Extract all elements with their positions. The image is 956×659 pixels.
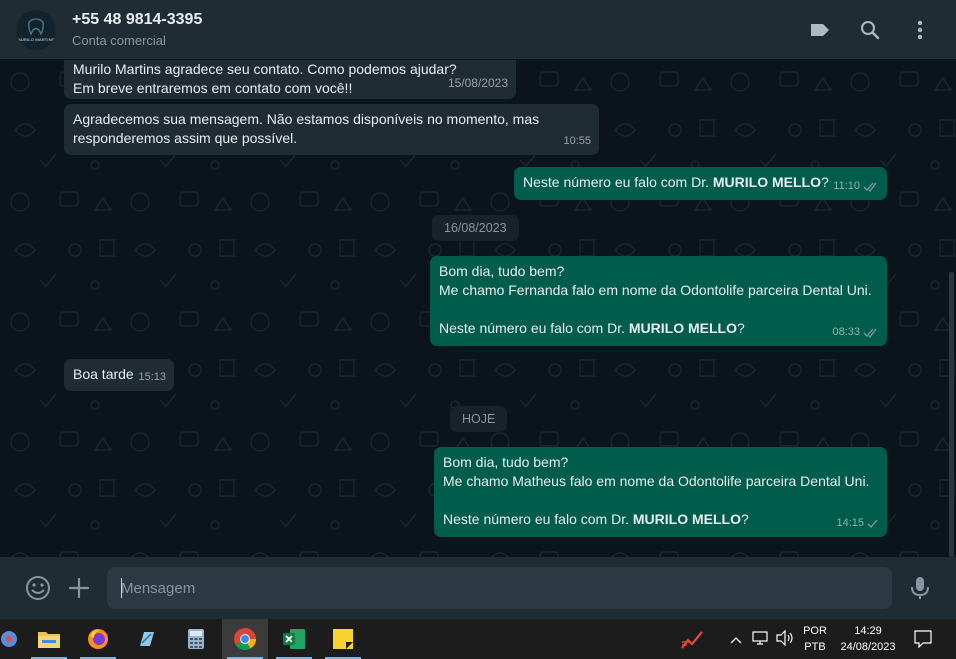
chevron-up-icon[interactable] — [730, 632, 742, 650]
clock-time: 14:29 — [854, 625, 882, 637]
calculator-icon[interactable] — [173, 619, 219, 659]
clock-date: 24/08/2023 — [840, 641, 896, 653]
message-text: Murilo Martins agradece seu contato. Com… — [73, 61, 457, 77]
message-text: Bom dia, tudo bem? — [439, 263, 565, 279]
sent-tick-icon — [867, 519, 878, 528]
message-time: 15/08/2023 — [447, 76, 508, 90]
avatar-logo-text: MURILO MARTINS — [17, 37, 55, 42]
menu-dots-icon[interactable] — [907, 17, 933, 43]
message-outgoing[interactable]: Neste número eu falo com Dr. MURILO MELL… — [514, 167, 887, 200]
message-text: Em breve entraremos em contato com você!… — [73, 80, 353, 96]
label-icon[interactable] — [807, 17, 833, 43]
message-incoming[interactable]: Murilo Martins agradece seu contato. Com… — [64, 60, 516, 99]
message-text: Neste número eu falo com Dr. MURILO MELL… — [443, 511, 749, 527]
date-chip: 16/08/2023 — [432, 215, 519, 241]
excel-icon[interactable] — [271, 619, 317, 659]
microphone-icon[interactable] — [909, 575, 931, 606]
message-text: Me chamo Fernanda falo em nome da Odonto… — [439, 282, 872, 298]
performance-icon[interactable] — [680, 628, 704, 655]
message-text: Neste número eu falo com Dr. MURILO MELL… — [439, 320, 745, 336]
message-text: Bom dia, tudo bem? — [443, 454, 569, 470]
message-outgoing[interactable]: Bom dia, tudo bem? Me chamo Matheus falo… — [434, 447, 887, 537]
message-text: Neste número eu falo com Dr. MURILO MELL… — [523, 174, 829, 190]
message-text: responderemos assim que possível. — [73, 130, 298, 146]
firefox-icon[interactable] — [75, 619, 121, 659]
dental-logo-icon — [28, 18, 44, 36]
notifications-icon[interactable] — [914, 630, 932, 653]
chrome-icon[interactable] — [222, 619, 268, 659]
plus-icon[interactable] — [67, 576, 91, 605]
file-explorer-icon[interactable] — [26, 619, 72, 659]
message-time: 15:13 — [138, 371, 166, 383]
chat-header: MURILO MARTINS +55 48 9814-3395 Conta co… — [0, 0, 956, 59]
message-list[interactable]: Murilo Martins agradece seu contato. Com… — [0, 60, 956, 557]
notepad-icon[interactable] — [124, 619, 170, 659]
message-input[interactable] — [107, 567, 892, 609]
volume-icon[interactable] — [776, 629, 794, 651]
clock[interactable]: 14:29 24/08/2023 — [834, 623, 902, 655]
sticky-notes-icon[interactable] — [320, 619, 366, 659]
search-icon[interactable] — [857, 17, 883, 43]
message-time: 11:10 — [833, 180, 860, 192]
read-ticks-icon — [863, 182, 877, 192]
read-ticks-icon — [863, 328, 877, 338]
message-text: Me chamo Matheus falo em nome da Odontol… — [443, 473, 870, 489]
network-icon[interactable] — [752, 630, 770, 651]
language-code: POR — [803, 625, 827, 637]
text-caret — [121, 578, 122, 598]
message-incoming[interactable]: Boa tarde 15:13 — [64, 359, 174, 391]
emoji-icon[interactable] — [24, 574, 52, 607]
contact-name[interactable]: +55 48 9814-3395 — [72, 11, 202, 29]
message-incoming[interactable]: Agradecemos sua mensagem. Não estamos di… — [64, 104, 599, 155]
keyboard-layout: PTB — [804, 641, 826, 653]
input-language[interactable]: POR PTB — [798, 623, 832, 655]
composer-bar — [0, 557, 956, 619]
avatar[interactable]: MURILO MARTINS — [16, 10, 56, 50]
message-time: 14:15 — [836, 517, 864, 529]
message-text: Boa tarde — [73, 366, 134, 382]
message-time: 08:33 — [832, 326, 860, 338]
scrollbar[interactable] — [949, 272, 954, 557]
windows-taskbar: POR PTB 14:29 24/08/2023 — [0, 619, 956, 659]
message-outgoing[interactable]: Bom dia, tudo bem? Me chamo Fernanda fal… — [430, 256, 887, 346]
date-chip: HOJE — [450, 406, 508, 432]
message-time: 10:55 — [563, 135, 591, 147]
message-text: Agradecemos sua mensagem. Não estamos di… — [73, 111, 540, 127]
contact-subtitle: Conta comercial — [72, 33, 166, 48]
